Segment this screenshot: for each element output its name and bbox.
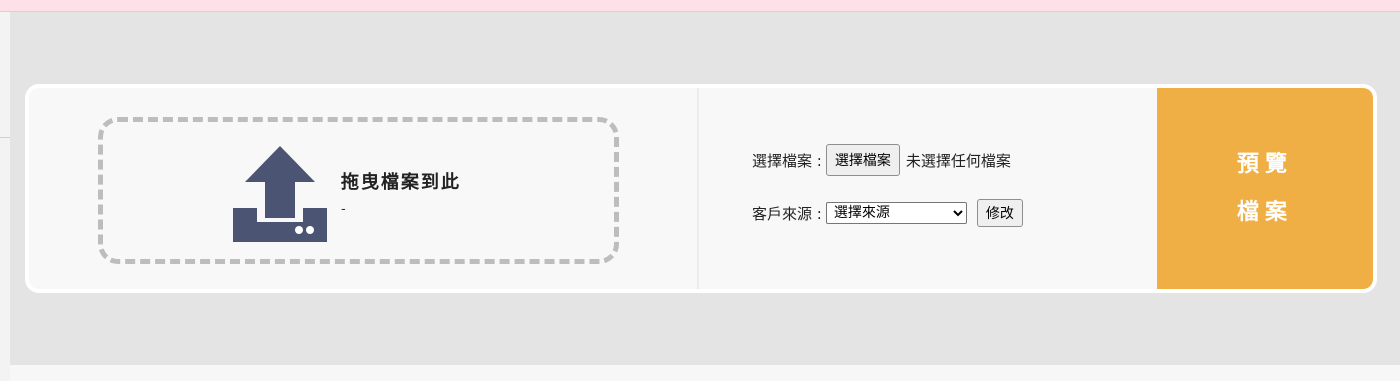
file-label: 選擇檔案 : — [752, 151, 822, 170]
choose-file-button[interactable]: 選擇檔案 — [825, 144, 900, 176]
preview-file-button[interactable]: 預覽 檔案 — [1157, 88, 1373, 289]
top-strip — [0, 0, 1400, 12]
drop-zone[interactable]: 拖曳檔案到此 - — [98, 117, 619, 264]
drop-title: 拖曳檔案到此 — [341, 172, 461, 193]
left-rail — [0, 12, 10, 381]
preview-button-line2: 檔案 — [1236, 199, 1293, 225]
source-select[interactable]: 選擇來源 — [825, 202, 967, 224]
upload-card: 拖曳檔案到此 - 選擇檔案 : 選擇檔案 未選擇任何檔案 客戶來源 : 選擇來源… — [25, 84, 1377, 293]
file-status: 未選擇任何檔案 — [905, 151, 1011, 170]
left-rail-divider — [0, 137, 10, 138]
source-row: 客戶來源 : 選擇來源 修改 — [752, 199, 1023, 227]
drop-section: 拖曳檔案到此 - — [29, 88, 699, 289]
source-label: 客戶來源 : — [752, 204, 822, 223]
bottom-strip — [10, 365, 1400, 381]
upload-icon — [233, 146, 327, 242]
preview-button-line1: 預覽 — [1236, 151, 1293, 177]
modify-button[interactable]: 修改 — [976, 199, 1023, 227]
form-section: 選擇檔案 : 選擇檔案 未選擇任何檔案 客戶來源 : 選擇來源 修改 — [699, 88, 1157, 289]
drop-subtitle: - — [341, 202, 346, 217]
file-row: 選擇檔案 : 選擇檔案 未選擇任何檔案 — [752, 144, 1011, 176]
